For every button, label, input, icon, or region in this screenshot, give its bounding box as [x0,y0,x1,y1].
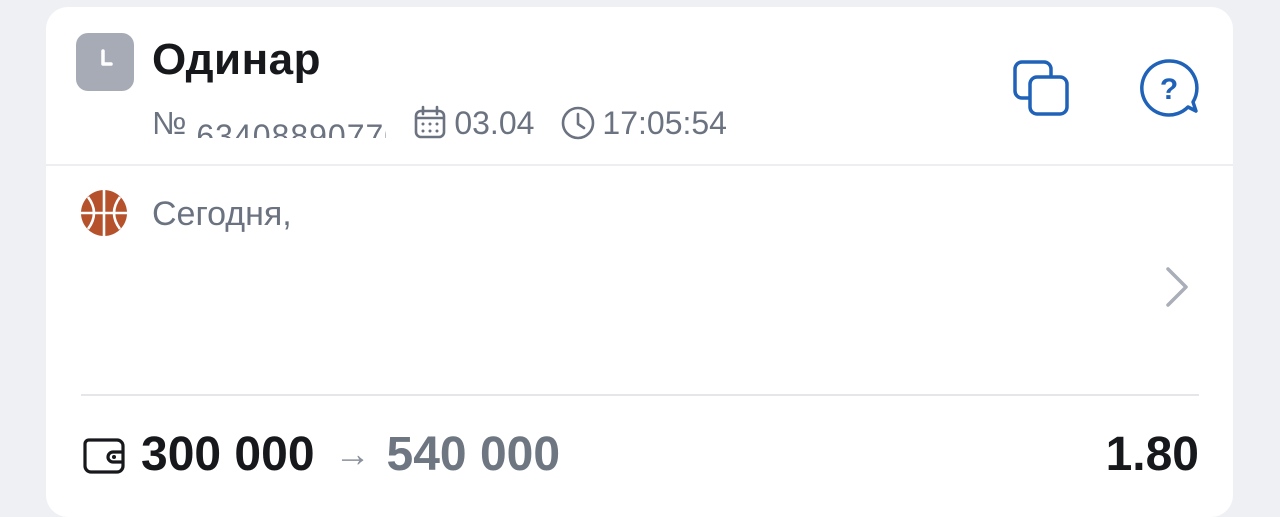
bet-type-title: Одинар [152,35,322,84]
bet-number: № 63408890770 [152,104,387,142]
bet-date-value: 03.04 [454,104,535,141]
event-date-text: Сегодня, [152,195,292,233]
basketball-icon [81,190,127,236]
potential-payout: 540 000 [386,427,561,481]
chevron-right-icon [1166,267,1188,307]
clock-icon [562,106,595,140]
help-bubble-icon: ? [1140,59,1199,117]
arrow-right-icon: → [334,433,371,474]
number-label: № [152,104,187,141]
event-row[interactable]: Сегодня, [46,167,1233,395]
bet-time: 17:05:54 [560,105,727,142]
svg-text:?: ? [1160,73,1178,106]
bet-date: 03.04 [412,105,534,142]
stake-divider [81,394,1199,396]
bet-number-masked: 63408890770 [196,118,387,138]
clock-icon [76,33,134,91]
bet-time-value: 17:05:54 [602,104,727,141]
copy-icon [1013,60,1069,116]
bet-number-value: 63408890770 [196,108,387,138]
stake-amount: 300 000 [141,427,315,481]
bet-meta: № 63408890770 03.04 17:05:54 [152,103,727,143]
calendar-icon [415,105,446,139]
odds-value: 1.80 [1105,427,1199,481]
bet-card: Одинар № 63408890770 03.04 17:05:54 ? Се… [46,7,1233,517]
wallet-icon [83,438,125,474]
header-divider [46,164,1233,166]
copy-button[interactable] [1010,57,1072,119]
stake-row: 300 000 → 540 000 1.80 [81,419,1199,489]
help-button[interactable]: ? [1138,57,1200,119]
